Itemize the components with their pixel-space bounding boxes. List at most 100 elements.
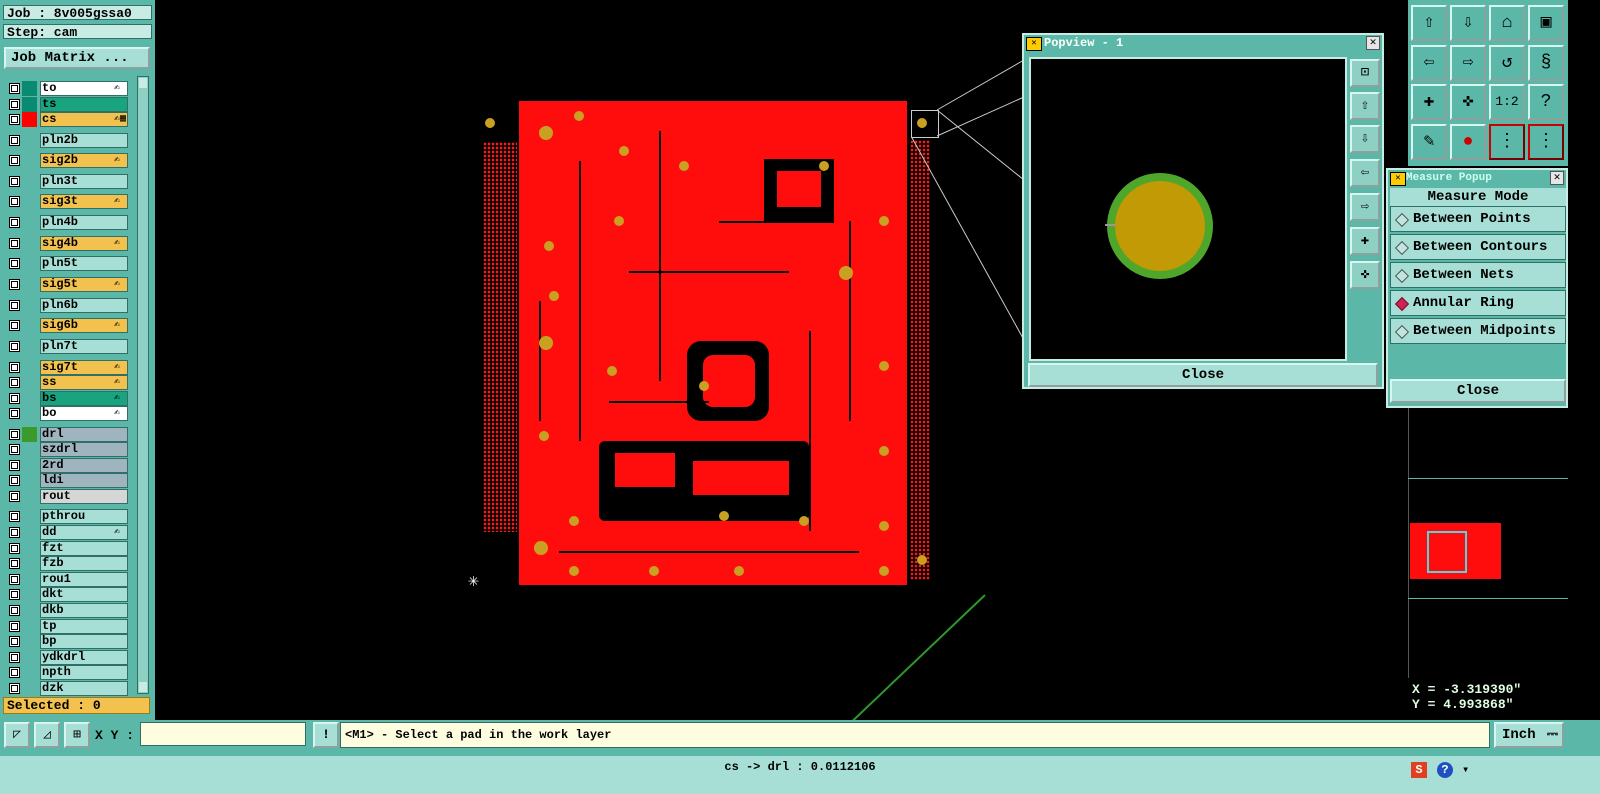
units-dropdown[interactable]: Inch ⎓	[1494, 722, 1564, 748]
window-icon[interactable]: ▣	[1528, 5, 1564, 41]
layer-row-ydkdrl[interactable]: ydkdrl	[4, 650, 139, 665]
layer-checkbox[interactable]	[9, 300, 20, 311]
layer-name[interactable]: ts	[40, 97, 128, 112]
layer-row-tp[interactable]: tp	[4, 619, 139, 634]
layer-row-dzk[interactable]: dzk	[4, 681, 139, 696]
help-icon[interactable]: ?	[1528, 84, 1564, 120]
measure-close-x-button[interactable]: ✕	[1550, 171, 1564, 185]
layer-row-sig4b[interactable]: sig4b ✍	[4, 236, 139, 251]
layer-checkbox[interactable]	[9, 574, 20, 585]
ime-s-icon[interactable]: S	[1411, 762, 1427, 778]
layer-checkbox[interactable]	[9, 652, 20, 663]
redraw-icon[interactable]: ↺	[1489, 45, 1525, 81]
layer-name[interactable]: ydkdrl	[40, 650, 128, 665]
pan-up-icon[interactable]: ⇧	[1411, 5, 1447, 41]
layer-checkbox[interactable]	[9, 217, 20, 228]
scroll-down-arrow[interactable]	[139, 682, 147, 692]
popview-close-x-button[interactable]: ✕	[1366, 36, 1380, 50]
layer-color-swatch[interactable]	[22, 406, 37, 421]
layer-row-sig2b[interactable]: sig2b ✍	[4, 153, 139, 168]
pan-down-icon[interactable]: ⇩	[1450, 5, 1486, 41]
layer-row-pln2b[interactable]: pln2b	[4, 133, 139, 148]
layer-checkbox[interactable]	[9, 83, 20, 94]
layer-name[interactable]: tp	[40, 619, 128, 634]
xy-input[interactable]	[140, 722, 306, 746]
alert-icon[interactable]: !	[313, 722, 339, 748]
layer-row-pln5t[interactable]: pln5t	[4, 256, 139, 271]
layer-name[interactable]: 2rd	[40, 458, 128, 473]
option-annular-ring[interactable]: Annular Ring	[1390, 290, 1566, 316]
layer-name[interactable]: ldi	[40, 473, 128, 488]
layer-color-swatch[interactable]	[22, 681, 37, 696]
layer-color-swatch[interactable]	[22, 375, 37, 390]
layer-row-pln6b[interactable]: pln6b	[4, 298, 139, 313]
layer-checkbox[interactable]	[9, 99, 20, 110]
layer-row-pln3t[interactable]: pln3t	[4, 174, 139, 189]
layer-color-swatch[interactable]	[22, 489, 37, 504]
pop-zoom-out-button[interactable]: ✜	[1350, 261, 1380, 289]
layer-name[interactable]: pln2b	[40, 133, 128, 148]
layer-row-sig3t[interactable]: sig3t ✍	[4, 194, 139, 209]
netlist-icon[interactable]: ⋮	[1528, 124, 1564, 160]
layer-checkbox[interactable]	[9, 511, 20, 522]
line-mode-icon[interactable]: ◿	[34, 722, 60, 748]
layer-row-bs[interactable]: bs ✍	[4, 391, 139, 406]
layer-color-swatch[interactable]	[22, 133, 37, 148]
layer-list-scrollbar[interactable]	[137, 76, 149, 694]
pcb-board[interactable]	[519, 101, 907, 585]
layer-row-sig7t[interactable]: sig7t ✍	[4, 360, 139, 375]
help-circle-icon[interactable]: ?	[1437, 762, 1453, 778]
layer-checkbox[interactable]	[9, 543, 20, 554]
draw-mode-icon[interactable]: ◸	[4, 722, 30, 748]
layer-color-swatch[interactable]	[22, 427, 37, 442]
layer-row-bp[interactable]: bp	[4, 634, 139, 649]
layer-name[interactable]: drl	[40, 427, 128, 442]
layer-name[interactable]: dkb	[40, 603, 128, 618]
layer-checkbox[interactable]	[9, 621, 20, 632]
layer-checkbox[interactable]	[9, 683, 20, 694]
layer-row-2rd[interactable]: 2rd	[4, 458, 139, 473]
layer-name[interactable]: bp	[40, 634, 128, 649]
layer-color-swatch[interactable]	[22, 556, 37, 571]
layer-color-swatch[interactable]	[22, 277, 37, 292]
pop-pan-up-button[interactable]: ⇧	[1350, 92, 1380, 120]
zoom-out-icon[interactable]: ✜	[1450, 84, 1486, 120]
layer-name[interactable]: pthrou	[40, 509, 128, 524]
layer-name[interactable]: szdrl	[40, 442, 128, 457]
tray-arrow-icon[interactable]: ▾	[1462, 762, 1469, 777]
option-between-midpoints[interactable]: Between Midpoints	[1390, 318, 1566, 344]
pop-pan-down-button[interactable]: ⇩	[1350, 125, 1380, 153]
layer-row-npth[interactable]: npth	[4, 665, 139, 680]
layer-row-drl[interactable]: drl	[4, 427, 139, 442]
pop-pan-left-button[interactable]: ⇦	[1350, 159, 1380, 187]
layer-checkbox[interactable]	[9, 320, 20, 331]
layer-checkbox[interactable]	[9, 491, 20, 502]
layer-color-swatch[interactable]	[22, 650, 37, 665]
option-between-points[interactable]: Between Points	[1390, 206, 1566, 232]
drill-hole-pad[interactable]	[1115, 181, 1205, 271]
layer-name[interactable]: npth	[40, 665, 128, 680]
snap-icon[interactable]: §	[1528, 45, 1564, 81]
layer-row-dd[interactable]: dd ✍	[4, 525, 139, 540]
layer-color-swatch[interactable]	[22, 587, 37, 602]
layer-checkbox[interactable]	[9, 667, 20, 678]
layer-name[interactable]: pln7t	[40, 339, 128, 354]
layer-color-swatch[interactable]	[22, 97, 37, 112]
layer-color-swatch[interactable]	[22, 298, 37, 313]
layer-color-swatch[interactable]	[22, 112, 37, 127]
layer-checkbox[interactable]	[9, 279, 20, 290]
layer-checkbox[interactable]	[9, 444, 20, 455]
layer-checkbox[interactable]	[9, 589, 20, 600]
layer-name[interactable]: pln3t	[40, 174, 128, 189]
layer-checkbox[interactable]	[9, 238, 20, 249]
layer-row-sig6b[interactable]: sig6b ✍	[4, 318, 139, 333]
layer-name[interactable]: dzk	[40, 681, 128, 696]
measure-close-button[interactable]: Close	[1390, 379, 1566, 403]
layer-color-swatch[interactable]	[22, 603, 37, 618]
layer-name[interactable]: dkt	[40, 587, 128, 602]
pop-zoom-fit-button[interactable]: ⊡	[1350, 59, 1380, 87]
job-matrix-button[interactable]: Job Matrix ...	[4, 47, 150, 69]
layer-checkbox[interactable]	[9, 114, 20, 125]
layer-checkbox[interactable]	[9, 429, 20, 440]
layer-row-pln7t[interactable]: pln7t	[4, 339, 139, 354]
